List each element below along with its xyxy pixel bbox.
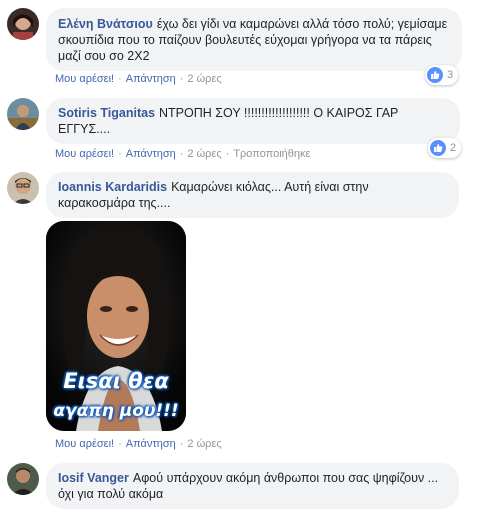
avatar-photo-icon xyxy=(7,463,39,495)
avatar[interactable] xyxy=(7,98,39,130)
separator: · xyxy=(118,438,122,450)
comment-bubble: Iosif Vanger Αφού υπάρχουν ακόμη άνθρωποι… xyxy=(46,463,459,509)
thumbs-up-icon xyxy=(430,140,446,156)
comment-author[interactable]: Iosif Vanger xyxy=(58,471,129,485)
thumbs-up-icon xyxy=(427,67,443,83)
separator: · xyxy=(225,148,230,160)
image-caption-line2: αγαπη μου!!! xyxy=(53,401,179,421)
comment-bubble: Ioannis Kardaridis Καμαρώνει κιόλας... Αυ… xyxy=(46,172,459,218)
edited-label[interactable]: Τροποποιήθηκε xyxy=(233,148,310,160)
timestamp[interactable]: 2 ώρες xyxy=(187,438,221,450)
avatar[interactable] xyxy=(7,8,39,40)
reaction-count-badge[interactable]: 2 xyxy=(428,138,462,158)
separator: · xyxy=(118,73,122,85)
comment-author[interactable]: Ελένη Βνάτσιου xyxy=(58,17,153,31)
comment-bubble: Sotiris Tiganitas ΝΤΡΟΠΗ ΣΟΥ !!!!!!!!!!!!… xyxy=(46,98,460,144)
reply-link[interactable]: Απάντηση xyxy=(126,438,176,450)
reaction-count-badge[interactable]: 3 xyxy=(425,65,459,85)
timestamp[interactable]: 2 ώρες xyxy=(187,148,221,160)
comment-bubble: Ελένη Βνάτσιου έχω δει γίδι να καμαρώνει … xyxy=(46,8,462,71)
like-link[interactable]: Μου αρέσει! xyxy=(55,73,114,85)
avatar-photo-icon xyxy=(7,172,39,204)
comment-image[interactable]: Ειsαι θεα αγαπη μου!!! xyxy=(46,221,186,431)
separator: · xyxy=(179,438,184,450)
reply-link[interactable]: Απάντηση xyxy=(126,73,176,85)
reply-link[interactable]: Απάντηση xyxy=(126,148,176,160)
image-caption-line1: Ειsαι θεα xyxy=(63,369,169,393)
avatar[interactable] xyxy=(7,172,39,204)
separator: · xyxy=(179,73,184,85)
comment-actions: Μου αρέσει! · Απάντηση · 2 ώρες xyxy=(55,438,222,450)
comment-author[interactable]: Ioannis Kardaridis xyxy=(58,180,167,194)
separator: · xyxy=(179,148,184,160)
portrait-photo-icon xyxy=(46,221,186,431)
comment-actions: Μου αρέσει! · Απάντηση · 2 ώρες · Τροποποιήθηκ… xyxy=(55,148,310,160)
like-link[interactable]: Μου αρέσει! xyxy=(55,148,114,160)
reaction-count: 3 xyxy=(447,69,454,81)
timestamp[interactable]: 2 ώρες xyxy=(187,73,221,85)
comment-author[interactable]: Sotiris Tiganitas xyxy=(58,106,155,120)
comment-actions: Μου αρέσει! · Απάντηση · 2 ώρες xyxy=(55,73,222,85)
avatar-photo-icon xyxy=(7,8,39,40)
avatar-photo-icon xyxy=(7,98,39,130)
avatar[interactable] xyxy=(7,463,39,495)
separator: · xyxy=(118,148,122,160)
like-link[interactable]: Μου αρέσει! xyxy=(55,438,114,450)
reaction-count: 2 xyxy=(450,142,457,154)
